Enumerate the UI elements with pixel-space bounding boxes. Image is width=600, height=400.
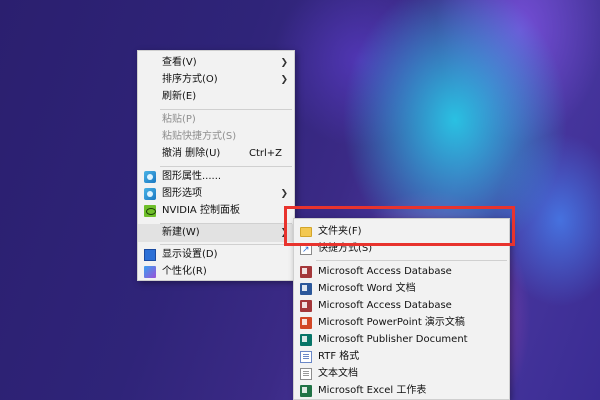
menu-item-label: 显示设置(D) [162,249,218,260]
menu-item-label: NVIDIA 控制面板 [162,205,240,216]
menu-item-label: Microsoft Access Database [318,266,452,277]
shortcut-label: Ctrl+Z [248,148,282,159]
excel-icon [300,385,312,397]
menu-item-nvidia-control-panel[interactable]: NVIDIA 控制面板 [138,202,294,220]
menu-item-label: Microsoft Word 文档 [318,283,416,294]
submenu-item-access-database[interactable]: Microsoft Access Database [294,263,509,281]
menu-item-label: 查看(V) [162,57,197,68]
menu-item-label: Microsoft Access Database [318,300,452,311]
menu-item-label: 图形选项 [162,188,202,199]
submenu-item-folder[interactable]: 文件夹(F) [294,223,509,241]
menu-item-graphics-options[interactable]: 图形选项 ❯ [138,185,294,203]
menu-item-label: 撤消 删除(U) [162,148,221,159]
access-icon [300,266,312,278]
menu-separator [160,244,292,245]
menu-separator [316,260,507,261]
menu-item-label: 粘贴快捷方式(S) [162,131,237,142]
word-icon [300,283,312,295]
submenu-item-powerpoint[interactable]: Microsoft PowerPoint 演示文稿 [294,314,509,332]
menu-item-label: RTF 格式 [318,351,360,362]
text-document-icon [300,368,312,380]
publisher-icon [300,334,312,346]
chevron-right-icon: ❯ [280,228,288,238]
chevron-right-icon: ❯ [280,189,288,199]
submenu-item-text-document[interactable]: 文本文档 [294,365,509,383]
menu-item-label: 新建(W) [162,227,200,238]
menu-item-paste-shortcut[interactable]: 粘贴快捷方式(S) [138,128,294,146]
menu-separator [160,166,292,167]
submenu-item-word-document[interactable]: Microsoft Word 文档 [294,280,509,298]
menu-item-new[interactable]: 新建(W) ❯ [138,224,294,242]
powerpoint-icon [300,317,312,329]
chevron-right-icon: ❯ [280,58,288,68]
menu-item-undo-delete[interactable]: 撤消 删除(U) Ctrl+Z [138,145,294,163]
menu-item-label: 文件夹(F) [318,226,362,237]
menu-item-label: 文本文档 [318,368,358,379]
menu-item-label: 快捷方式(S) [318,243,373,254]
graphics-icon [144,188,156,200]
graphics-icon [144,171,156,183]
menu-item-paste[interactable]: 粘贴(P) [138,111,294,129]
menu-item-label: 排序方式(O) [162,74,218,85]
menu-item-refresh[interactable]: 刷新(E) [138,88,294,106]
menu-item-label: 刷新(E) [162,91,197,102]
menu-item-label: Microsoft Publisher Document [318,334,468,345]
menu-item-personalize[interactable]: 个性化(R) [138,263,294,281]
new-submenu: 文件夹(F) 快捷方式(S) Microsoft Access Database… [293,218,510,400]
display-icon [144,249,156,261]
menu-item-label: 个性化(R) [162,266,207,277]
desktop-context-menu: 查看(V) ❯ 排序方式(O) ❯ 刷新(E) 粘贴(P) 粘贴快捷方式(S) … [137,50,295,281]
nvidia-icon [144,205,156,217]
chevron-right-icon: ❯ [280,75,288,85]
submenu-item-excel[interactable]: Microsoft Excel 工作表 [294,382,509,400]
submenu-item-publisher[interactable]: Microsoft Publisher Document [294,331,509,349]
menu-item-label: 粘贴(P) [162,114,196,125]
access-icon [300,300,312,312]
menu-item-label: Microsoft Excel 工作表 [318,385,427,396]
menu-item-label: Microsoft PowerPoint 演示文稿 [318,317,465,328]
menu-item-graphics-properties[interactable]: 图形属性...... [138,168,294,186]
shortcut-icon [300,241,312,259]
folder-icon [300,227,312,237]
submenu-item-rtf[interactable]: RTF 格式 [294,348,509,366]
menu-item-sort-by[interactable]: 排序方式(O) ❯ [138,71,294,89]
submenu-item-access-database-2[interactable]: Microsoft Access Database [294,297,509,315]
submenu-item-shortcut[interactable]: 快捷方式(S) [294,240,509,259]
desktop-wallpaper[interactable]: 查看(V) ❯ 排序方式(O) ❯ 刷新(E) 粘贴(P) 粘贴快捷方式(S) … [0,0,600,400]
menu-item-display-settings[interactable]: 显示设置(D) [138,246,294,264]
personalize-icon [144,266,156,278]
menu-item-label: 图形属性...... [162,171,222,182]
menu-separator [160,109,292,110]
rtf-icon [300,351,312,363]
menu-item-view[interactable]: 查看(V) ❯ [138,54,294,72]
